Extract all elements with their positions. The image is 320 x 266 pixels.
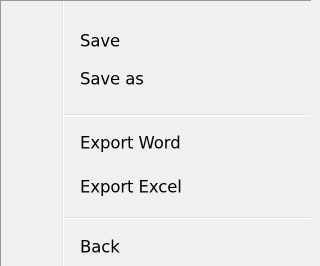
menu-item-back-label: Back xyxy=(80,237,120,257)
menu-item-save-as[interactable]: Save as xyxy=(2,62,310,96)
menu-item-back[interactable]: Back xyxy=(2,230,310,264)
menu-item-export-word[interactable]: Export Word xyxy=(2,126,310,160)
menu-item-export-word-label: Export Word xyxy=(80,133,181,153)
menu-item-export-excel[interactable]: Export Excel xyxy=(2,170,310,204)
context-menu: Save Save as Export Word Export Excel Ba… xyxy=(0,0,311,266)
menu-separator xyxy=(63,114,310,116)
menu-item-save-as-label: Save as xyxy=(80,69,144,89)
menu-item-export-excel-label: Export Excel xyxy=(80,177,182,197)
menu-separator xyxy=(63,217,310,219)
menu-item-save[interactable]: Save xyxy=(2,24,310,58)
menu-item-save-label: Save xyxy=(80,31,121,51)
